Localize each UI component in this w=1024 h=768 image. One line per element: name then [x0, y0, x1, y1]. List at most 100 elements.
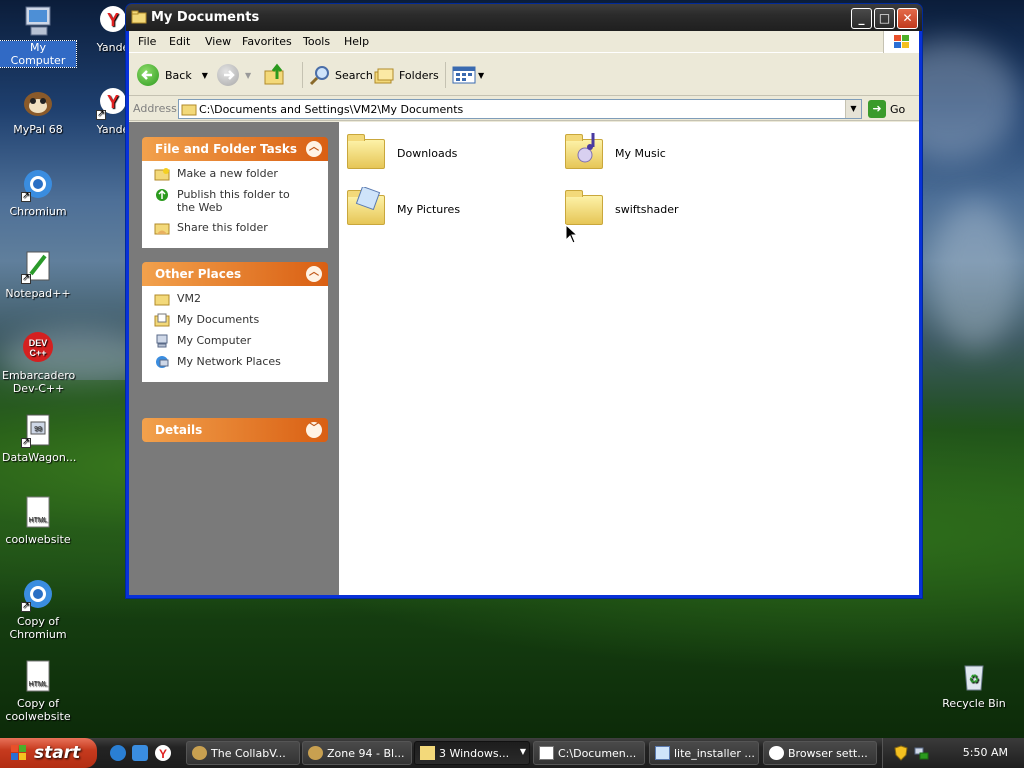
file-item-swiftshader[interactable]: swiftshader: [563, 187, 679, 231]
back-button[interactable]: Back ▼: [137, 62, 208, 88]
panel-header[interactable]: Other Places ︿: [142, 262, 328, 286]
panel-title: File and Folder Tasks: [155, 142, 298, 156]
file-item-my-pictures[interactable]: My Pictures: [345, 187, 460, 231]
forward-button[interactable]: ▼: [217, 62, 251, 88]
clock[interactable]: 5:50 AM: [963, 746, 1008, 759]
address-dropdown-icon[interactable]: ▼: [845, 100, 861, 118]
taskbar-item-documents[interactable]: C:\Documen...: [533, 741, 645, 765]
forward-dropdown-icon[interactable]: ▼: [245, 71, 251, 80]
views-dropdown-icon: ▼: [478, 70, 485, 80]
svg-text:Y: Y: [159, 747, 167, 761]
yandex-icon[interactable]: Y: [155, 745, 171, 761]
file-item-my-music[interactable]: My Music: [563, 131, 666, 175]
folder-icon: [181, 104, 197, 116]
desktop-icon-label: MyPal 68: [13, 123, 63, 136]
file-label: Downloads: [397, 146, 458, 160]
taskbar-item-browser-settings[interactable]: Browser sett...: [763, 741, 877, 765]
task-share-folder[interactable]: Share this folder: [154, 221, 328, 235]
place-my-documents[interactable]: My Documents: [154, 313, 328, 327]
menu-help[interactable]: Help: [344, 35, 369, 48]
minimize-button[interactable]: _: [851, 8, 872, 29]
taskbar-item-lite-installer[interactable]: lite_installer ...: [649, 741, 759, 765]
quicklaunch-app-icon[interactable]: [132, 745, 148, 761]
task-make-new-folder[interactable]: Make a new folder: [154, 167, 328, 181]
file-view: Downloads My Music My Pictures swiftshad…: [339, 122, 919, 595]
place-label: VM2: [177, 292, 202, 305]
details-panel: Details ﹀: [142, 418, 328, 442]
menu-file[interactable]: File: [138, 35, 156, 48]
desktop-icon-copy-coolwebsite[interactable]: HTML Copy of coolwebsite: [0, 660, 76, 723]
panel-body: VM2 My Documents My Computer My Network …: [142, 286, 328, 382]
desktop-icon-recycle-bin[interactable]: ♻ Recycle Bin: [936, 660, 1012, 710]
toolbar: Back ▼ ▼ Search Folders ▼: [129, 54, 919, 96]
desktop-icon-my-computer[interactable]: My Computer: [0, 4, 77, 68]
security-shield-icon[interactable]: [893, 745, 909, 761]
collapse-chevron-icon[interactable]: ︿: [306, 266, 322, 282]
desktop-icon-coolwebsite[interactable]: HTML coolwebsite: [0, 496, 76, 546]
windows-flag-icon: [11, 745, 26, 760]
desktop-icon-label: Copy of Chromium: [9, 615, 67, 641]
back-arrow-icon: [137, 64, 159, 86]
menu-bar: File Edit View Favorites Tools Help: [129, 31, 919, 53]
browser-icon: [308, 746, 323, 760]
mouse-cursor-icon: [565, 224, 579, 244]
menu-edit[interactable]: Edit: [169, 35, 190, 48]
title-bar[interactable]: My Documents _ □ ✕: [126, 4, 922, 31]
menu-view[interactable]: View: [205, 35, 231, 48]
panel-header[interactable]: Details ﹀: [142, 418, 328, 442]
installer-icon: [655, 746, 670, 760]
desktop-icon-copy-chromium[interactable]: Copy of Chromium: [0, 578, 76, 641]
taskbar-item-collabvm[interactable]: The CollabV...: [186, 741, 300, 765]
yandex-icon: [769, 746, 784, 760]
panel-header[interactable]: File and Folder Tasks ︿: [142, 137, 328, 161]
address-input[interactable]: C:\Documents and Settings\VM2\My Documen…: [178, 99, 862, 119]
menu-favorites[interactable]: Favorites: [242, 35, 292, 48]
desktop-icon-mypal[interactable]: MyPal 68: [0, 86, 76, 136]
task-publish-web[interactable]: Publish this folder to the Web: [154, 188, 328, 214]
up-folder-button[interactable]: [263, 62, 287, 88]
folder-icon: [420, 746, 435, 760]
browser-icon: [192, 746, 207, 760]
desktop-icon-notepadpp[interactable]: Notepad++: [0, 250, 76, 300]
close-button[interactable]: ✕: [897, 8, 918, 29]
desktop-icon-label: Notepad++: [5, 287, 71, 300]
desktop-icon-devcpp[interactable]: DEV C++ Embarcadero Dev-C++: [0, 332, 76, 395]
mypal-icon: [21, 86, 55, 120]
place-my-computer[interactable]: My Computer: [154, 334, 328, 348]
menu-tools[interactable]: Tools: [303, 35, 330, 48]
desktop-icon-chromium[interactable]: Chromium: [0, 168, 76, 218]
back-dropdown-icon[interactable]: ▼: [202, 71, 208, 80]
svg-text:Y: Y: [107, 10, 119, 30]
internet-explorer-icon[interactable]: [110, 745, 126, 761]
views-button[interactable]: ▼: [445, 62, 484, 88]
svg-text:♻: ♻: [969, 672, 980, 686]
taskbar-item-zone94[interactable]: Zone 94 - Bl...: [302, 741, 412, 765]
network-icon[interactable]: [913, 745, 929, 761]
music-folder-icon: [563, 131, 607, 175]
folders-button[interactable]: Folders: [373, 62, 439, 88]
go-arrow-icon: ➜: [868, 100, 886, 118]
desktop-icon-label: DataWagon...: [2, 451, 77, 464]
start-button[interactable]: start: [0, 738, 97, 768]
address-bar: Address C:\Documents and Settings\VM2\My…: [129, 97, 919, 121]
svg-text:C++: C++: [29, 348, 46, 358]
pictures-folder-icon: [345, 187, 389, 231]
file-label: swiftshader: [615, 202, 679, 216]
task-label: Make a new folder: [177, 167, 278, 180]
task-label: Zone 94 - Bl...: [327, 747, 405, 760]
network-places-icon: [154, 355, 170, 369]
datawagon-icon-glyph: 99: [34, 426, 42, 433]
file-item-downloads[interactable]: Downloads: [345, 131, 457, 175]
maximize-button[interactable]: □: [874, 8, 895, 29]
expand-chevron-icon[interactable]: ﹀: [306, 422, 322, 438]
chromium-icon: [21, 168, 55, 203]
desktop-icon-datawagon[interactable]: 99 DataWagon...: [0, 414, 76, 464]
shortcut-arrow-icon: [21, 190, 31, 203]
place-vm2[interactable]: VM2: [154, 292, 328, 306]
search-button[interactable]: Search: [302, 62, 373, 88]
collapse-chevron-icon[interactable]: ︿: [306, 141, 322, 157]
go-button[interactable]: ➜ Go: [868, 99, 905, 119]
taskbar-item-windows-group[interactable]: 3 Windows... ▼: [414, 741, 530, 765]
task-label: The CollabV...: [211, 747, 286, 760]
place-my-network-places[interactable]: My Network Places: [154, 355, 328, 369]
